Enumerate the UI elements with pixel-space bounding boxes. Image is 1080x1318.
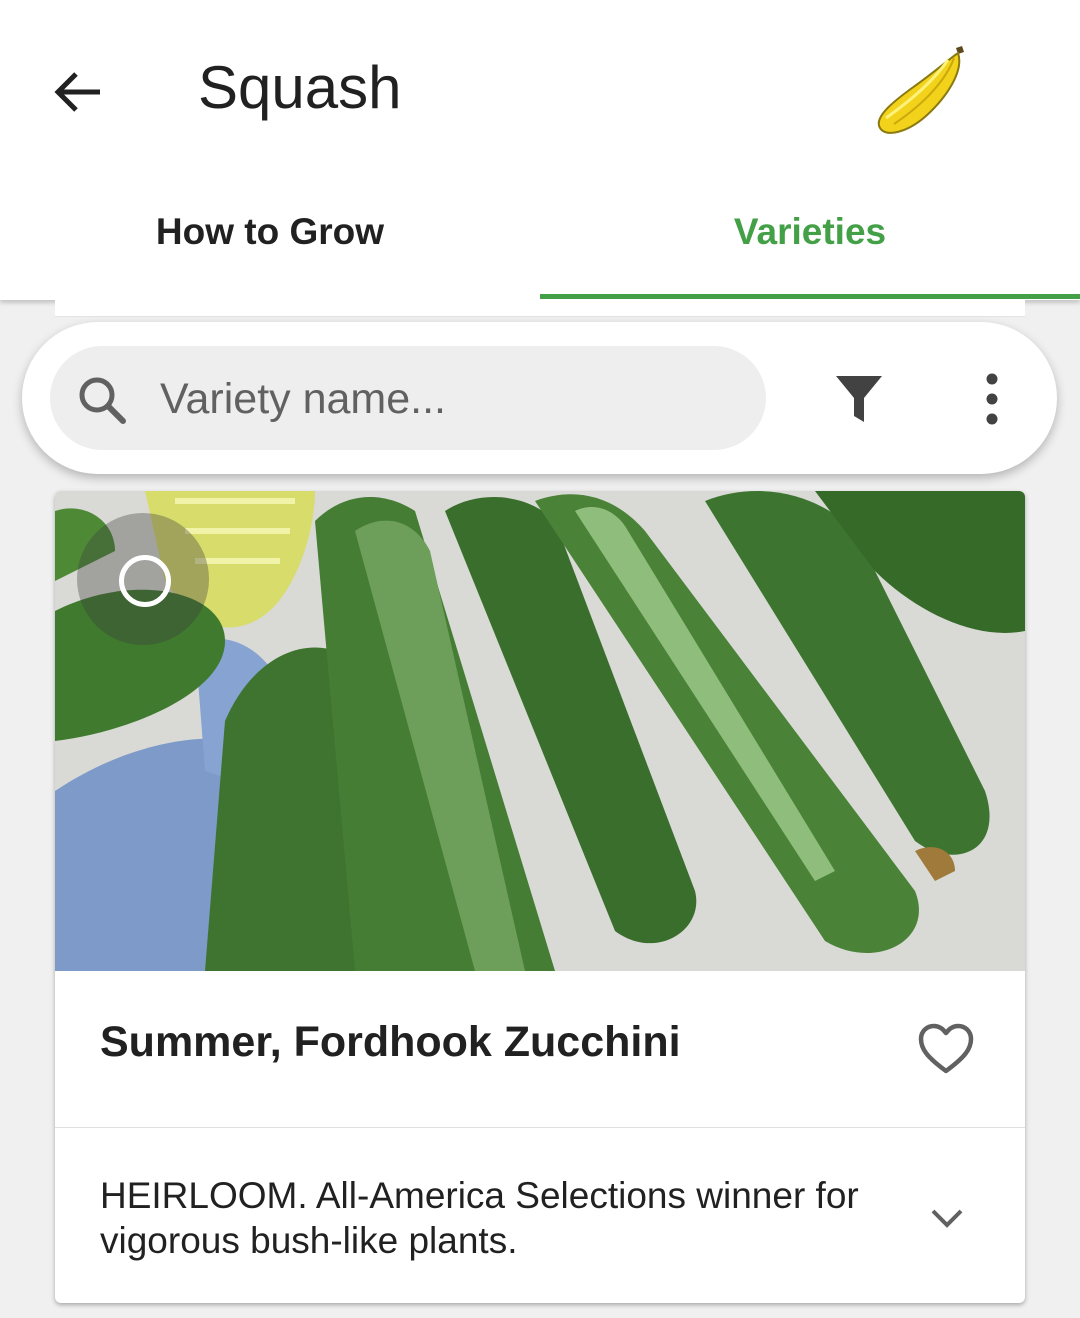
heart-outline-icon xyxy=(918,1023,974,1074)
yellow-squash-icon xyxy=(868,40,972,144)
variety-name: Summer, Fordhook Zucchini xyxy=(100,1018,681,1066)
filter-button[interactable] xyxy=(830,370,888,428)
chevron-down-icon xyxy=(931,1209,963,1228)
page-title: Squash xyxy=(198,54,402,121)
search-field xyxy=(50,346,766,452)
filter-icon xyxy=(836,376,882,422)
more-options-button[interactable] xyxy=(974,370,1010,428)
expand-button[interactable] xyxy=(927,1199,967,1239)
circle-outline-icon xyxy=(119,555,171,607)
select-button[interactable] xyxy=(77,513,209,645)
variety-description: HEIRLOOM. All-America Selections winner … xyxy=(100,1175,859,1261)
search-icon xyxy=(76,374,128,426)
variety-card[interactable]: Summer, Fordhook Zucchini HEIRLOOM. All-… xyxy=(55,491,1025,1303)
app-bar: Squash xyxy=(0,0,1080,170)
active-tab-indicator xyxy=(540,294,1080,299)
variety-photo xyxy=(55,491,1025,971)
arrow-left-icon xyxy=(54,72,100,112)
card-divider xyxy=(55,1127,1025,1128)
tab-bar: How to Grow Varieties xyxy=(0,170,1080,300)
back-button[interactable] xyxy=(44,58,112,126)
tab-varieties[interactable]: Varieties xyxy=(540,170,1080,300)
more-vert-icon xyxy=(986,373,998,425)
search-input[interactable] xyxy=(158,346,752,452)
favorite-button[interactable] xyxy=(917,1021,975,1079)
search-bar xyxy=(22,322,1057,474)
previous-card-edge xyxy=(55,300,1025,317)
tab-how-to-grow[interactable]: How to Grow xyxy=(0,170,540,300)
